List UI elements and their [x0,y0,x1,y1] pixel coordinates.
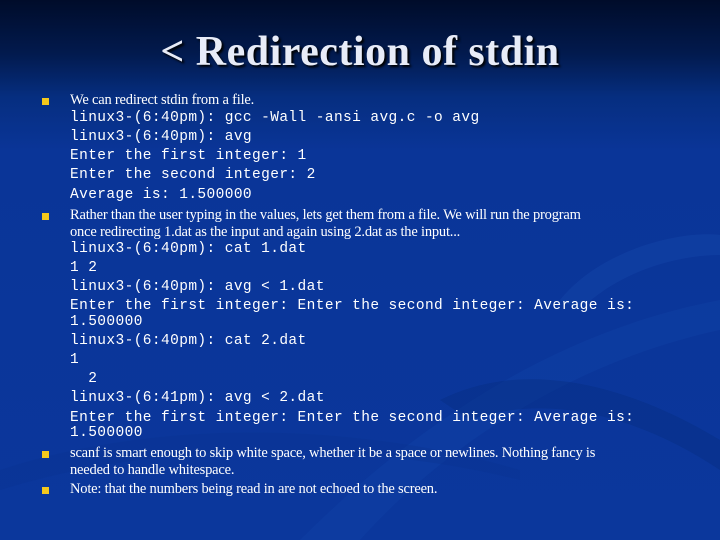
bullet-marker [42,213,49,220]
bullet-text: Rather than the user typing in the value… [70,207,581,223]
code-line: 1 [70,352,80,368]
code-line: linux3-(6:40pm): avg < 1.dat [70,279,325,295]
bullet-text: once redirecting 1.dat as the input and … [70,224,461,240]
code-line: linux3-(6:40pm): cat 1.dat [70,241,307,257]
code-line: Enter the second integer: 2 [70,167,316,183]
code-line: linux3-(6:40pm): gcc -Wall -ansi avg.c -… [70,110,480,126]
code-line: Average is: 1.500000 [70,187,253,203]
slide-title: < Redirection of stdin [160,29,560,75]
bullet-text: needed to handle whitespace. [70,462,235,478]
bullet-text: scanf is smart enough to skip white spac… [70,445,596,461]
code-line: linux3-(6:40pm): avg [70,129,253,145]
bullet-marker [42,98,49,105]
code-line: Enter the first integer: 1 [70,148,307,164]
code-line: linux3-(6:40pm): cat 2.dat [70,333,307,349]
bullet-text: Note: that the numbers being read in are… [70,481,438,497]
code-line: 1.500000 [70,314,143,330]
code-line: Enter the first integer: Enter the secon… [70,410,635,426]
bullet-text: We can redirect stdin from a file. [70,92,255,108]
code-line: linux3-(6:41pm): avg < 2.dat [70,390,325,406]
code-line: Enter the first integer: Enter the secon… [70,298,635,314]
code-line: 1 2 [70,260,98,276]
code-line: 1.500000 [70,425,143,441]
bullet-marker [42,451,49,458]
bullet-marker [42,487,49,494]
code-line: 2 [70,371,98,387]
